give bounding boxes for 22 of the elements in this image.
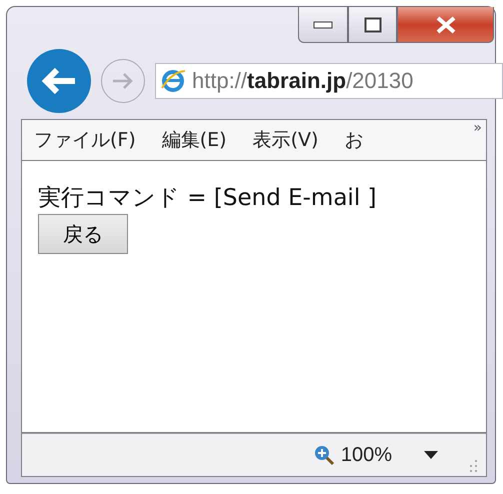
menu-item[interactable]: お <box>344 127 364 153</box>
back-page-button[interactable]: 戻る <box>38 214 128 254</box>
command-text: 実行コマンド = [Send E-mail ] <box>38 187 376 210</box>
overflow-chevron[interactable]: » <box>473 120 482 136</box>
close-icon <box>434 16 456 34</box>
arrow-left-icon <box>41 66 77 96</box>
caret-icon[interactable] <box>424 451 438 459</box>
url-text: http://tabrain.jp/20130 <box>192 68 414 94</box>
maximize-icon <box>364 16 382 32</box>
arrow-right-icon <box>111 71 135 91</box>
menu-item[interactable]: ファイル(F) <box>34 127 136 153</box>
browser-logo-icon <box>160 68 186 94</box>
zoom-icon <box>312 444 335 466</box>
minimize-button[interactable] <box>298 7 348 43</box>
menu-item[interactable]: 編集(E) <box>162 127 227 153</box>
close-button[interactable] <box>397 7 494 43</box>
minimize-icon <box>313 20 333 28</box>
maximize-button[interactable] <box>348 7 397 43</box>
address-bar[interactable]: http://tabrain.jp/20130 <box>155 63 503 99</box>
resize-grip-icon[interactable] <box>468 460 478 472</box>
menu-item[interactable]: 表示(V) <box>252 127 318 153</box>
zoom-level[interactable]: 100% <box>340 444 392 466</box>
